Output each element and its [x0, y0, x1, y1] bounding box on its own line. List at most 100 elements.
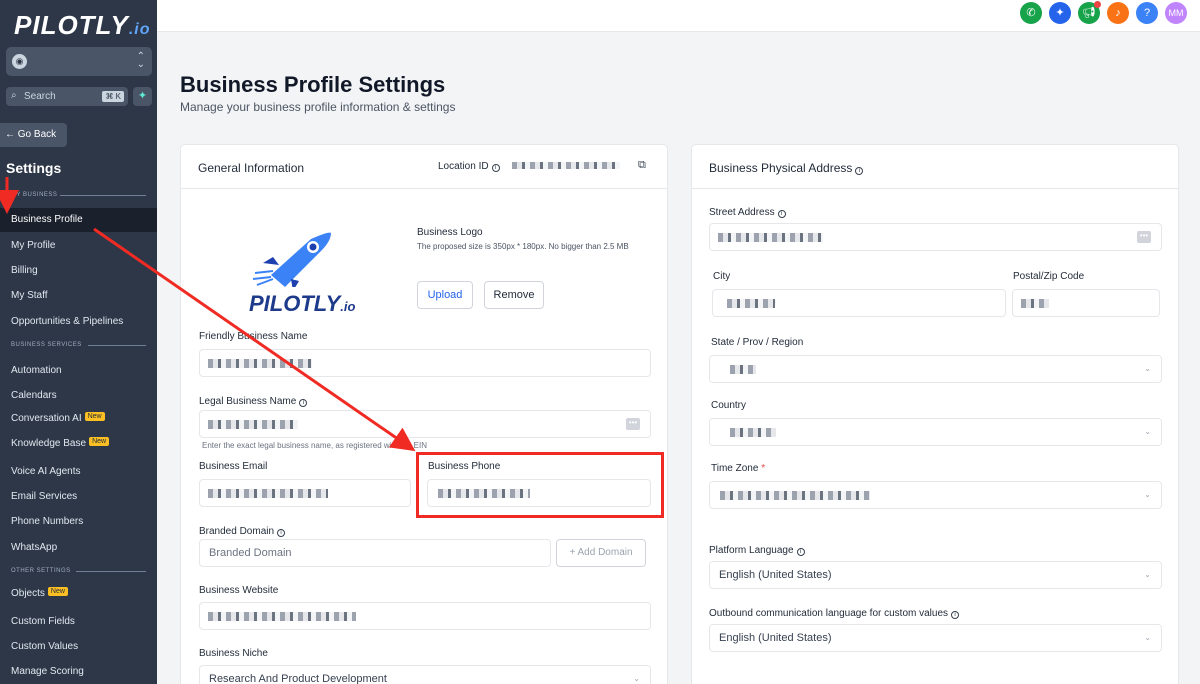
notification-dot	[1094, 1, 1101, 8]
friendly-name-input[interactable]	[199, 349, 651, 377]
general-information-card: General Information Location ID i ⧉ PILOT…	[180, 144, 668, 684]
business-niche-label: Business Niche	[199, 648, 268, 659]
sidebar-item-my-staff[interactable]: My Staff	[11, 290, 48, 301]
sidebar-item-opportunities[interactable]: Opportunities & Pipelines	[11, 316, 123, 327]
sparkle-icon[interactable]: ✦	[1049, 2, 1071, 24]
chevron-down-icon: ⌄	[1144, 364, 1151, 373]
sidebar-item-phone-numbers[interactable]: Phone Numbers	[11, 516, 83, 527]
help-icon[interactable]: ?	[1136, 2, 1158, 24]
info-icon: i	[951, 611, 960, 619]
remove-button[interactable]: Remove	[484, 281, 544, 309]
divider	[88, 345, 146, 346]
time-zone-label: Time Zone *	[711, 463, 766, 474]
legal-name-hint: Enter the exact legal business name, as …	[202, 441, 428, 450]
business-niche-select[interactable]: Research And Product Development ⌄	[199, 665, 651, 684]
location-id-label: Location ID i	[438, 161, 500, 172]
info-icon: i	[777, 210, 786, 218]
business-address-card: Business Physical Address i Street Addres…	[691, 144, 1179, 684]
business-logo-preview: PILOTLY.io	[199, 219, 377, 317]
card-header: Business Physical Address i	[692, 145, 1178, 189]
chevron-down-icon: ⌄	[1144, 427, 1151, 436]
go-back-button[interactable]: ← Go Back	[0, 123, 67, 147]
state-select[interactable]: ⌄	[709, 355, 1162, 383]
page-title: Business Profile Settings	[180, 72, 446, 97]
new-badge: New	[89, 437, 110, 446]
info-icon: i	[796, 548, 805, 556]
copy-icon[interactable]: ⧉	[638, 159, 646, 172]
new-badge: New	[47, 587, 68, 596]
more-icon[interactable]: •••	[1137, 231, 1151, 243]
sidebar-item-custom-fields[interactable]: Custom Fields	[11, 616, 75, 627]
chevron-down-icon: ⌄	[1144, 490, 1151, 499]
card-title: Business Physical Address i	[709, 161, 864, 175]
sidebar-item-knowledge-base[interactable]: Knowledge Base New	[11, 437, 110, 449]
ai-sparkle-button[interactable]: ✦	[133, 87, 152, 106]
legal-name-input[interactable]: •••	[199, 410, 651, 438]
branded-domain-label: Branded Domain i	[199, 526, 286, 537]
outbound-language-select[interactable]: English (United States) ⌄	[709, 624, 1162, 652]
business-email-input[interactable]	[199, 479, 411, 507]
page-subtitle: Manage your business profile information…	[180, 100, 456, 114]
sidebar-item-calendars[interactable]: Calendars	[11, 390, 57, 401]
platform-language-label: Platform Language i	[709, 545, 805, 556]
upload-button[interactable]: Upload	[417, 281, 473, 309]
business-website-input[interactable]	[199, 602, 651, 630]
settings-title: Settings	[6, 160, 62, 176]
business-email-label: Business Email	[199, 461, 268, 472]
info-icon: i	[299, 399, 308, 407]
divider	[60, 195, 146, 196]
city-input[interactable]	[712, 289, 1006, 317]
sidebar-item-manage-scoring[interactable]: Manage Scoring	[11, 666, 84, 677]
sidebar-item-email-services[interactable]: Email Services	[11, 491, 77, 502]
card-title: General Information	[198, 161, 305, 175]
sidebar-item-conversation-ai[interactable]: Conversation AI New	[11, 412, 105, 424]
app-logo[interactable]: PILOTLY.io	[14, 10, 151, 41]
sidebar-item-whatsapp[interactable]: WhatsApp	[11, 542, 57, 553]
section-business-services: BUSINESS SERVICES	[11, 342, 82, 348]
rocket-icon	[252, 232, 331, 287]
account-icon: ◉	[12, 54, 27, 69]
phone-icon[interactable]: ✆	[1020, 2, 1042, 24]
avatar[interactable]: MM	[1165, 2, 1187, 24]
location-id-value	[512, 162, 620, 169]
account-switcher[interactable]: ◉ ⌃ ⌄	[6, 47, 152, 76]
friendly-name-label: Friendly Business Name	[199, 331, 308, 342]
bell-icon[interactable]: ♪	[1107, 2, 1129, 24]
postal-code-input[interactable]	[1012, 289, 1160, 317]
country-select[interactable]: ⌄	[709, 418, 1162, 446]
business-website-label: Business Website	[199, 585, 279, 596]
business-logo-label: Business Logo	[417, 227, 483, 238]
sidebar-item-my-profile[interactable]: My Profile	[11, 240, 55, 251]
sidebar: PILOTLY.io ◉ ⌃ ⌄ ⌕ Search ⌘ K ✦ ← Go Back…	[0, 0, 157, 684]
branded-domain-input[interactable]: Branded Domain	[199, 539, 551, 567]
more-icon[interactable]: •••	[626, 418, 640, 430]
platform-language-select[interactable]: English (United States) ⌄	[709, 561, 1162, 589]
sidebar-item-business-profile[interactable]: Business Profile	[0, 208, 157, 232]
time-zone-select[interactable]: ⌄	[709, 481, 1162, 509]
chevron-down-icon: ⌄	[1144, 570, 1151, 579]
sidebar-item-automation[interactable]: Automation	[11, 365, 62, 376]
street-address-label: Street Address i	[709, 207, 786, 218]
card-header: General Information Location ID i ⧉	[181, 145, 667, 189]
logo-wordmark: PILOTLY.io	[249, 291, 356, 316]
legal-name-label: Legal Business Name i	[199, 396, 308, 407]
sidebar-item-voice-ai-agents[interactable]: Voice AI Agents	[11, 466, 81, 477]
search-icon: ⌕	[11, 90, 17, 101]
section-my-business: MY BUSINESS	[11, 192, 58, 198]
new-badge: New	[84, 412, 105, 421]
street-address-input[interactable]: •••	[709, 223, 1162, 251]
outbound-language-label: Outbound communication language for cust…	[709, 608, 960, 619]
postal-code-label: Postal/Zip Code	[1013, 271, 1085, 282]
divider	[76, 571, 146, 572]
logo-hint: The proposed size is 350px * 180px. No b…	[417, 242, 629, 251]
sidebar-item-billing[interactable]: Billing	[11, 265, 38, 276]
chevron-down-icon: ⌄	[1144, 633, 1151, 642]
sidebar-item-objects[interactable]: Objects New	[11, 587, 68, 599]
add-domain-button[interactable]: + Add Domain	[556, 539, 646, 567]
search-input[interactable]: ⌕ Search ⌘ K	[6, 87, 128, 106]
sidebar-item-custom-values[interactable]: Custom Values	[11, 641, 78, 652]
country-label: Country	[711, 400, 747, 411]
info-icon: i	[855, 167, 864, 175]
top-bar: ✆ ✦ 📢︎ ♪ ? MM	[157, 0, 1200, 32]
chevron-updown-icon: ⌃ ⌄	[136, 51, 145, 70]
